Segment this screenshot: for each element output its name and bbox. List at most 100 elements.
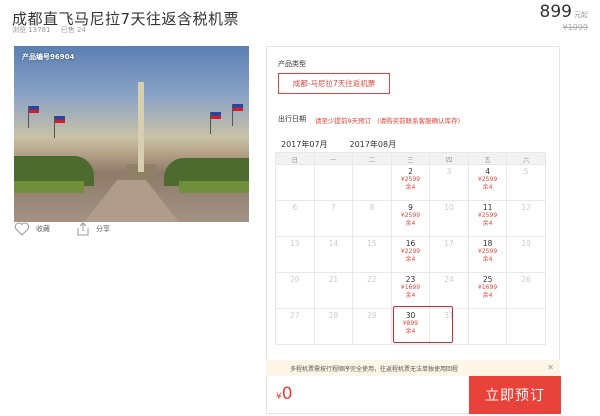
views-count: 浏览 13781 [12, 26, 51, 34]
flag-icon [211, 112, 221, 119]
notice-bar: 多程机票需按行程顺序完全使用，往返程机票无法单独使用回程 ✕ [266, 360, 560, 376]
weekday-header: 日一二三四五六 [275, 152, 546, 165]
calendar-day: 12 [506, 200, 546, 237]
calendar-day: 3 [429, 164, 469, 201]
calendar-day: 24 [429, 272, 469, 309]
close-icon[interactable]: ✕ [547, 363, 554, 372]
calendar-day: 17 [429, 236, 469, 273]
calendar-day: 8 [352, 200, 392, 237]
day-number: 18 [482, 239, 493, 248]
weekday-label: 四 [429, 152, 469, 165]
flag-icon [233, 104, 243, 111]
day-stock: 余4 [482, 184, 493, 191]
product-type-label: 产品类型 [278, 60, 306, 68]
day-price: ¥2599 [478, 176, 498, 183]
calendar-day [467, 308, 508, 345]
day-number: 21 [328, 275, 339, 284]
calendar-day [313, 164, 354, 201]
day-price: ¥2599 [478, 212, 498, 219]
calendar-day: 13 [275, 236, 315, 273]
calendar-week: 20 21 22 23 ¥1699 余4 24 25 ¥1699 余4 26 [275, 272, 546, 309]
day-number: 6 [292, 203, 298, 212]
day-number: 28 [328, 311, 339, 320]
flag-icon [29, 106, 39, 113]
calendar-day [352, 164, 392, 201]
day-price: ¥1699 [400, 284, 421, 291]
product-stats: 浏览 13781 已售 24 [12, 25, 94, 35]
calendar-day[interactable]: 30 ¥899 余4 [390, 306, 453, 345]
day-number: 13 [290, 239, 300, 248]
calendar-day[interactable]: 4 ¥2599 余4 [467, 164, 508, 201]
date-calendar: 日一二三四五六 2 ¥2599 余4 3 4 ¥2599 余4 5 6 7 8 9 ¥2599 余4 10 11… [275, 152, 546, 345]
calendar-day: 5 [506, 164, 546, 201]
share-icon [76, 222, 90, 236]
day-stock: 余4 [482, 292, 493, 299]
calendar-week: 2 ¥2599 余4 3 4 ¥2599 余4 5 [275, 164, 546, 201]
day-number: 10 [444, 203, 454, 212]
calendar-day[interactable]: 16 ¥2299 余4 [390, 236, 431, 273]
day-number: 12 [521, 203, 531, 212]
calendar-day: 20 [275, 272, 315, 309]
product-page: 成都直飞马尼拉7天往返含税机票 浏览 13781 已售 24 899 元起 ¥19… [0, 0, 600, 416]
calendar-week: 6 7 8 9 ¥2599 余4 10 11 ¥2599 余4 12 [275, 200, 546, 237]
calendar-day: 28 [313, 308, 354, 345]
calendar-day[interactable]: 9 ¥2599 余4 [390, 200, 431, 237]
calendar-week: 27 28 29 30 ¥899 余4 31 [275, 306, 546, 345]
book-now-button[interactable]: 立即预订 [469, 376, 561, 414]
calendar-day: 14 [313, 236, 354, 273]
day-number: 5 [523, 167, 529, 176]
total-price: ¥0 [276, 384, 293, 404]
day-stock: 余4 [405, 292, 416, 299]
day-number: 20 [290, 275, 300, 284]
day-price: ¥2599 [478, 248, 498, 255]
share-button[interactable]: 分享 [76, 222, 110, 236]
calendar-day[interactable]: 2 ¥2599 余4 [390, 164, 431, 201]
calendar-day [275, 164, 315, 201]
booking-panel: 产品类型 成都-马尼拉7天往返机票 出行日期 请至少提前9天预订 (请购买前联系客… [266, 46, 560, 414]
day-price: ¥2599 [400, 176, 421, 183]
weekday-label: 三 [390, 152, 431, 165]
weekday-label: 六 [506, 152, 546, 165]
day-number: 14 [328, 239, 339, 248]
favorite-button[interactable]: 收藏 [14, 222, 50, 236]
day-number: 23 [405, 275, 416, 284]
calendar-day[interactable]: 11 ¥2599 余4 [467, 200, 508, 237]
contact-note: (请购买前联系客服确认库存) [377, 117, 461, 125]
calendar-day[interactable]: 23 ¥1699 余4 [390, 272, 431, 309]
notice-text: 多程机票需按行程顺序完全使用，往返程机票无法单独使用回程 [290, 365, 459, 373]
monument [138, 82, 144, 172]
calendar-day: 29 [352, 308, 392, 345]
calendar-day: 22 [352, 272, 392, 309]
product-actions: 收藏 分享 [14, 222, 110, 236]
calendar-day [506, 308, 546, 345]
day-number: 2 [408, 167, 413, 176]
product-photo[interactable]: 产品编号96904 [14, 46, 249, 222]
calendar-day: 6 [275, 200, 315, 237]
calendar-day: 7 [313, 200, 354, 237]
day-number: 24 [444, 275, 454, 284]
day-number: 17 [444, 239, 454, 248]
day-number: 4 [485, 167, 490, 176]
day-stock: 余4 [405, 256, 416, 263]
plaza-path [84, 180, 179, 222]
calendar-day: 19 [506, 236, 546, 273]
favorite-label: 收藏 [36, 225, 50, 233]
calendar-day[interactable]: 18 ¥2599 余4 [467, 236, 508, 273]
day-number: 16 [405, 239, 416, 248]
calendar-day: 15 [352, 236, 392, 273]
day-price: ¥1699 [478, 284, 498, 291]
calendar-day: 21 [313, 272, 354, 309]
heart-icon [14, 222, 30, 236]
day-price: ¥2299 [400, 248, 421, 255]
weekday-label: 五 [467, 152, 508, 165]
date-label: 出行日期 [278, 115, 306, 123]
day-number: 9 [408, 203, 413, 212]
day-number: 3 [446, 167, 452, 176]
day-stock: 余4 [405, 184, 416, 191]
day-number: 25 [482, 275, 493, 284]
day-stock: 余4 [482, 256, 493, 263]
product-type-option[interactable]: 成都-马尼拉7天往返机票 [278, 73, 390, 94]
day-number: 26 [521, 275, 531, 284]
day-number: 29 [367, 311, 377, 320]
calendar-day[interactable]: 25 ¥1699 余4 [467, 272, 508, 309]
